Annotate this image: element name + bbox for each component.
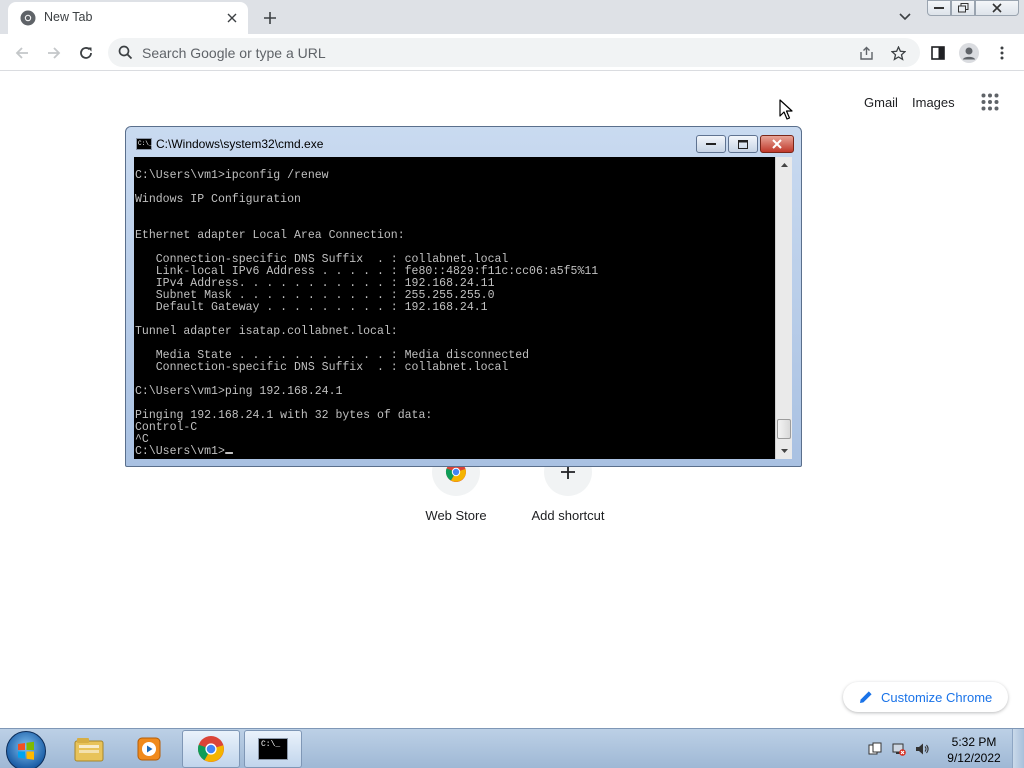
console-output[interactable]: C:\Users\vm1>ipconfig /renew Windows IP … (134, 157, 775, 459)
volume-icon[interactable] (915, 742, 929, 756)
windows-logo-icon (18, 741, 34, 760)
chrome-icon (198, 736, 224, 762)
scroll-thumb[interactable] (777, 419, 791, 439)
tab-close-button[interactable] (222, 8, 242, 28)
console-scrollbar[interactable] (775, 157, 792, 459)
media-player-icon (137, 737, 161, 761)
show-desktop-button[interactable] (1012, 729, 1024, 768)
mouse-pointer-icon (779, 99, 793, 120)
console-line: Pinging 192.168.24.1 with 32 bytes of da… (135, 408, 433, 422)
close-icon (772, 139, 782, 149)
tab-title: New Tab (44, 10, 93, 24)
share-button[interactable] (856, 43, 876, 63)
reload-icon (80, 47, 92, 59)
taskbar-explorer[interactable] (60, 730, 118, 768)
star-icon (890, 45, 906, 61)
arrow-right-icon (48, 47, 61, 59)
tab-new-tab[interactable]: New Tab (8, 2, 248, 34)
cmd-close-button[interactable] (760, 135, 794, 153)
taskbar: C:\_ 5:32 PM 9/12/2022 (0, 728, 1024, 768)
cmd-maximize-button[interactable] (728, 135, 758, 153)
close-icon (992, 3, 1002, 13)
avatar-icon (959, 43, 979, 63)
console-line: Ethernet adapter Local Area Connection: (135, 228, 405, 242)
address-input[interactable] (142, 38, 832, 67)
shortcut-label: Web Store (425, 508, 487, 523)
menu-button[interactable] (989, 40, 1015, 66)
system-clock[interactable]: 5:32 PM 9/12/2022 (940, 734, 1008, 766)
customize-chrome-label: Customize Chrome (881, 689, 993, 705)
minimize-icon (706, 143, 716, 145)
arrow-left-icon (15, 47, 28, 59)
console-line: Tunnel adapter isatap.collabnet.local: (135, 324, 398, 338)
cmd-window-title: C:\Windows\system32\cmd.exe (156, 137, 324, 151)
more-vert-icon (1000, 46, 1004, 60)
pencil-icon (860, 691, 872, 703)
gmail-link[interactable]: Gmail (864, 95, 898, 110)
console-prompt-line: C:\Users\vm1> (135, 445, 598, 457)
restore-icon (957, 3, 968, 13)
start-button[interactable] (6, 731, 46, 768)
console-line: Connection-specific DNS Suffix . : colla… (135, 360, 509, 374)
chrome-icon (20, 10, 36, 26)
maximize-icon (738, 139, 748, 149)
window-close-button[interactable] (975, 0, 1019, 16)
search-icon (118, 45, 133, 60)
forward-button[interactable] (41, 40, 67, 66)
tab-search-button[interactable] (894, 6, 916, 28)
scroll-down-button[interactable] (776, 443, 792, 459)
browser-toolbar (0, 34, 1024, 71)
taskbar-chrome[interactable] (182, 730, 240, 768)
customize-chrome-button[interactable]: Customize Chrome (843, 682, 1008, 712)
cmd-icon: C:\_ (136, 138, 152, 150)
clock-date: 9/12/2022 (947, 751, 1001, 765)
screen: New Tab Search Google or type a URL Gmai… (0, 0, 1024, 768)
console-line: C:\Users\vm1>ping 192.168.24.1 (135, 384, 343, 398)
side-panel-button[interactable] (925, 40, 951, 66)
tab-strip: New Tab (0, 0, 1024, 34)
chevron-down-icon (899, 13, 911, 21)
google-apps-button[interactable] (976, 88, 1004, 116)
images-link[interactable]: Images (912, 95, 955, 110)
cmd-minimize-button[interactable] (696, 135, 726, 153)
close-icon (227, 13, 237, 23)
network-disconnected-icon[interactable] (892, 742, 906, 756)
back-button[interactable] (9, 40, 35, 66)
reload-button[interactable] (73, 40, 99, 66)
console-text: C:\Users\vm1>ipconfig /renew Windows IP … (135, 169, 598, 457)
profile-button[interactable] (956, 40, 982, 66)
console-line: C:\Users\vm1>ipconfig /renew (135, 168, 329, 182)
share-icon (859, 46, 873, 60)
shortcut-label: Add shortcut (531, 508, 605, 523)
triangle-down-icon (780, 449, 788, 453)
console-line: Control-C (135, 420, 198, 434)
new-tab-button[interactable] (258, 6, 282, 30)
console-prompt: C:\Users\vm1> (135, 444, 225, 458)
minimize-icon (934, 7, 944, 9)
console-line: Default Gateway . . . . . . . . . : 192.… (135, 300, 488, 314)
window-restore-button[interactable] (951, 0, 975, 16)
taskbar-cmd[interactable]: C:\_ (244, 730, 302, 768)
action-center-icon[interactable] (868, 742, 882, 756)
explorer-icon (74, 738, 104, 762)
cmd-window[interactable]: C:\_ C:\Windows\system32\cmd.exe C:\User… (125, 126, 802, 467)
side-panel-icon (931, 46, 945, 60)
console-line: Windows IP Configuration (135, 192, 301, 206)
plus-icon (264, 12, 276, 24)
bookmark-button[interactable] (888, 43, 908, 63)
clock-time: 5:32 PM (951, 735, 997, 749)
scroll-up-button[interactable] (776, 157, 792, 173)
cmd-icon: C:\_ (258, 738, 288, 760)
window-minimize-button[interactable] (927, 0, 951, 16)
triangle-up-icon (780, 163, 788, 167)
text-cursor (224, 452, 233, 454)
apps-grid-icon (981, 93, 999, 111)
omnibox[interactable] (108, 38, 920, 67)
taskbar-media-player[interactable] (120, 730, 178, 768)
